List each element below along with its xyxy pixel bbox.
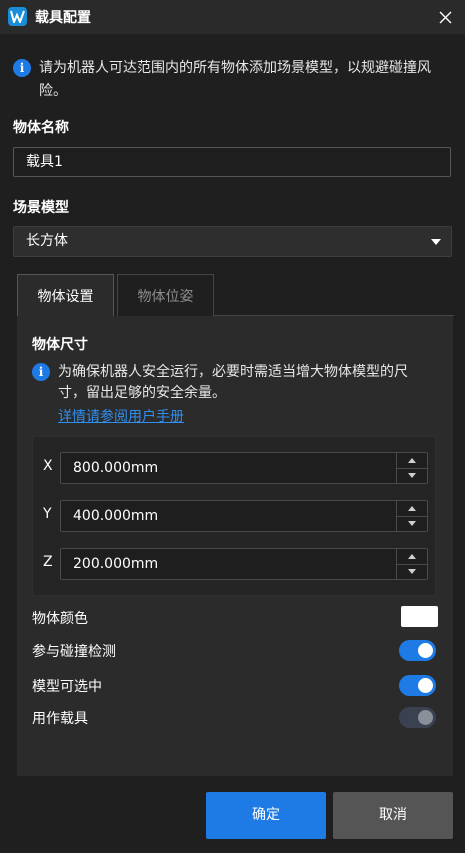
collision-detection-toggle[interactable] [399, 640, 436, 661]
size-title: 物体尺寸 [32, 337, 88, 353]
scene-model-select[interactable]: 长方体 [13, 226, 452, 257]
info-icon: i [13, 59, 31, 77]
decrement-button[interactable] [397, 516, 427, 531]
collision-detection-label: 参与碰撞检测 [32, 644, 116, 660]
chevron-down-icon [408, 569, 416, 574]
scene-model-label: 场景模型 [13, 200, 69, 216]
decrement-button[interactable] [397, 468, 427, 483]
stepper [396, 549, 427, 579]
dimensions-box: X 800.000mm Y 400.000mm Z 200.000mm [32, 436, 436, 596]
object-color-swatch[interactable] [401, 606, 438, 627]
scene-model-value: 长方体 [26, 233, 68, 249]
chevron-down-icon [408, 521, 416, 526]
ok-button[interactable]: 确定 [206, 792, 326, 839]
risk-notice-text: 请为机器人可达范围内的所有物体添加场景模型，以规避碰撞风险。 [39, 60, 431, 99]
chevron-up-icon [408, 554, 416, 559]
use-as-carrier-toggle[interactable] [399, 707, 436, 728]
chevron-up-icon [408, 506, 416, 511]
axis-label: Z [43, 554, 53, 570]
chevron-up-icon [408, 458, 416, 463]
window-title: 载具配置 [35, 10, 91, 26]
chevron-down-icon [408, 473, 416, 478]
stepper [396, 501, 427, 531]
toggle-knob [418, 678, 433, 693]
object-name-input[interactable]: 载具1 [13, 147, 451, 177]
use-as-carrier-label: 用作载具 [32, 711, 88, 727]
info-icon: i [32, 363, 50, 381]
dimension-row-y: Y 400.000mm [33, 500, 437, 532]
decrement-button[interactable] [397, 564, 427, 579]
dimension-x-input[interactable]: 800.000mm [60, 452, 428, 484]
dimension-row-x: X 800.000mm [33, 452, 437, 484]
chevron-down-icon [431, 239, 441, 245]
cancel-button[interactable]: 取消 [333, 792, 453, 839]
dimension-z-input[interactable]: 200.000mm [60, 548, 428, 580]
dimension-value: 200.000mm [73, 556, 159, 572]
settings-panel: 物体尺寸 i 为确保机器人安全运行，必要时需适当增大物体模型的尺寸，留出足够的安… [17, 316, 453, 776]
dimension-value: 800.000mm [73, 460, 159, 476]
tab-object-settings[interactable]: 物体设置 [17, 274, 114, 316]
increment-button[interactable] [397, 501, 427, 517]
axis-label: X [43, 458, 53, 474]
dimension-row-z: Z 200.000mm [33, 548, 437, 580]
increment-button[interactable] [397, 453, 427, 469]
tab-object-pose[interactable]: 物体位姿 [117, 274, 214, 316]
increment-button[interactable] [397, 549, 427, 565]
title-bar: 载具配置 [0, 0, 465, 34]
model-selectable-label: 模型可选中 [32, 679, 102, 695]
user-manual-link[interactable]: 详情请参阅用户手册 [58, 406, 184, 426]
toggle-knob [418, 643, 433, 658]
app-logo-icon [8, 7, 27, 26]
dimension-y-input[interactable]: 400.000mm [60, 500, 428, 532]
stepper [396, 453, 427, 483]
close-button[interactable] [435, 7, 455, 27]
size-notice-text: 为确保机器人安全运行，必要时需适当增大物体模型的尺寸，留出足够的安全余量。 [58, 364, 408, 401]
object-color-label: 物体颜色 [32, 611, 88, 627]
object-name-label: 物体名称 [13, 120, 69, 136]
axis-label: Y [43, 506, 52, 522]
model-selectable-toggle[interactable] [399, 675, 436, 696]
toggle-knob [418, 710, 433, 725]
close-icon [439, 11, 451, 23]
risk-notice: i 请为机器人可达范围内的所有物体添加场景模型，以规避碰撞风险。 [13, 57, 453, 103]
dimension-value: 400.000mm [73, 508, 159, 524]
size-notice: i 为确保机器人安全运行，必要时需适当增大物体模型的尺寸，留出足够的安全余量。 [32, 362, 428, 404]
